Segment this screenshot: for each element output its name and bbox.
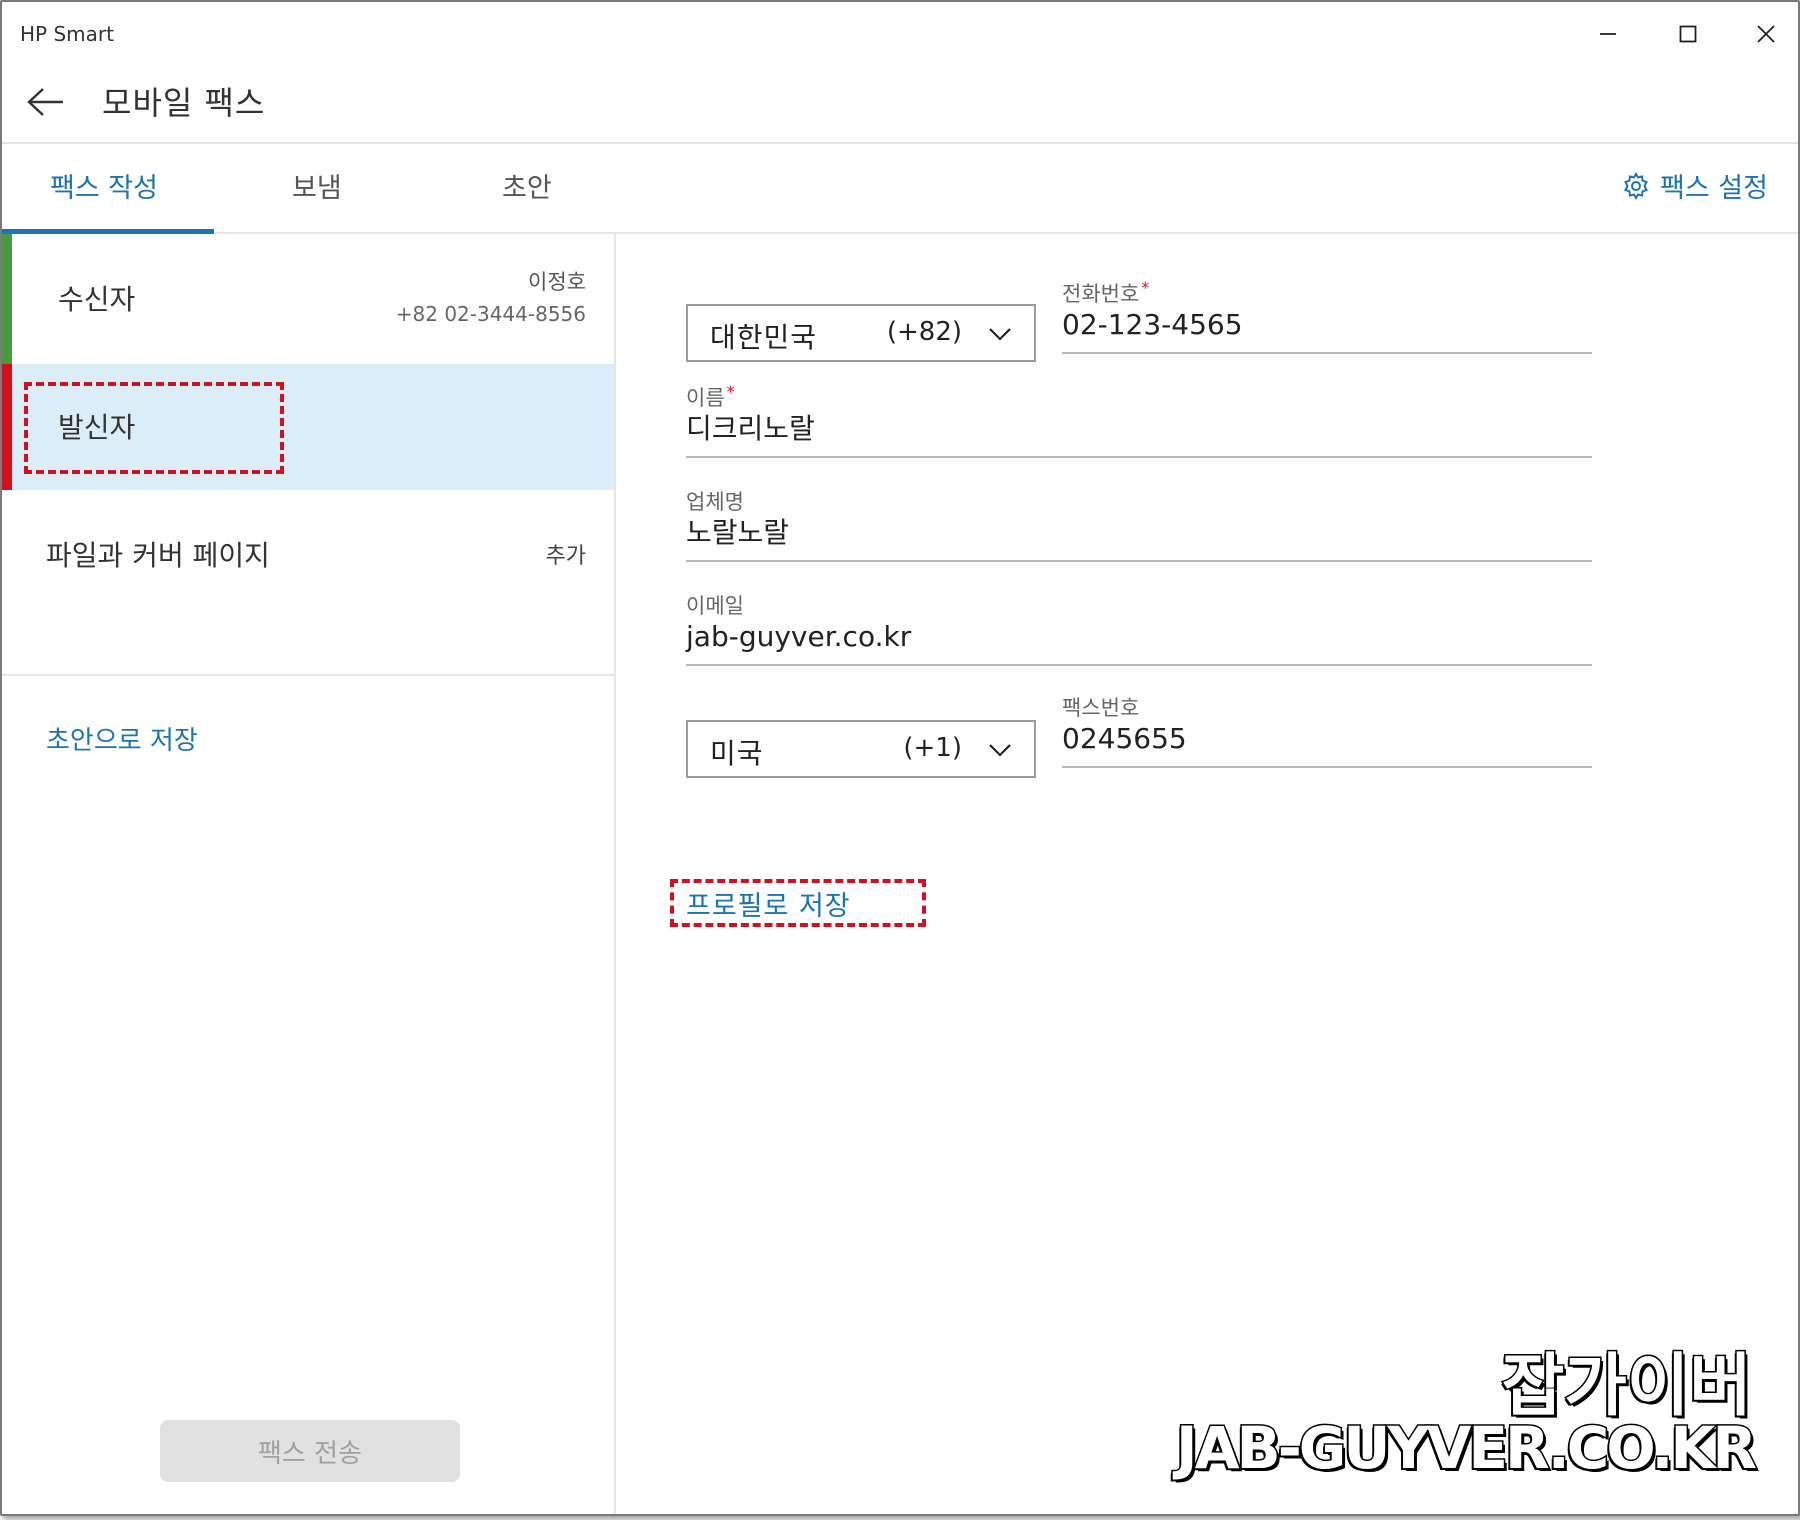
chevron-down-icon [989, 744, 1011, 757]
minimize-icon [1600, 33, 1616, 35]
page-title: 모바일 팩스 [102, 84, 266, 122]
back-arrow-icon [27, 88, 63, 116]
recipient-phone: +82 02-3444-8556 [395, 302, 586, 326]
fax-country-code: (+1) [903, 733, 962, 763]
name-input[interactable]: 디크리노랄 [686, 410, 1592, 458]
email-label: 이메일 [686, 594, 744, 618]
fax-label: 팩스번호 [1062, 696, 1140, 720]
app-window: HP Smart 모바일 팩스 팩스 작성 보냄 초안 팩스 설정 수신자 이정… [0, 0, 1800, 1516]
maximize-icon [1679, 25, 1697, 43]
fax-country-value: 미국 [710, 737, 764, 770]
phone-country-code: (+82) [886, 317, 962, 347]
save-draft-link[interactable]: 초안으로 저장 [46, 720, 198, 757]
maximize-button[interactable] [1668, 16, 1708, 52]
fax-settings-label: 팩스 설정 [1660, 173, 1768, 204]
recipient-status-marker [2, 234, 12, 364]
phone-country-select[interactable]: 대한민국 (+82) [686, 304, 1036, 362]
sender-form: 대한민국 (+82) 전화번호 * 02-123-4565 이름 * 디크리노랄 업… [614, 234, 1798, 1514]
files-cover-label: 파일과 커버 페이지 [46, 539, 270, 572]
files-add-link[interactable]: 추가 [546, 538, 586, 570]
company-label: 업체명 [686, 490, 744, 514]
send-fax-button[interactable]: 팩스 전송 [160, 1420, 460, 1482]
close-icon [1757, 25, 1775, 43]
fax-settings-button[interactable]: 팩스 설정 [1622, 166, 1768, 205]
tab-sent[interactable]: 보냄 [292, 166, 342, 205]
save-profile-link[interactable]: 프로필로 저장 [686, 884, 851, 923]
divider [2, 674, 614, 676]
left-pane: 수신자 이정호 +82 02-3444-8556 발신자 파일과 커버 페이지 … [2, 234, 616, 1514]
email-input[interactable]: jab-guyver.co.kr [686, 618, 1592, 666]
tab-drafts[interactable]: 초안 [502, 166, 552, 205]
phone-input[interactable]: 02-123-4565 [1062, 306, 1592, 354]
chevron-down-icon [989, 328, 1011, 341]
close-button[interactable] [1746, 16, 1786, 52]
gear-icon [1624, 171, 1648, 200]
sender-label: 발신자 [58, 411, 136, 444]
title-bar: HP Smart [2, 2, 1798, 62]
page-header: 모바일 팩스 [2, 62, 1798, 144]
tab-compose-fax[interactable]: 팩스 작성 [50, 166, 158, 205]
app-title: HP Smart [20, 22, 114, 46]
fax-country-select[interactable]: 미국 (+1) [686, 720, 1036, 778]
recipient-label: 수신자 [58, 283, 136, 316]
watermark-english: JAB-GUYVER.CO.KR [1175, 1413, 1759, 1484]
sender-row[interactable]: 발신자 [2, 364, 614, 490]
tab-bar: 팩스 작성 보냄 초안 팩스 설정 [2, 144, 1798, 234]
recipient-row[interactable]: 수신자 이정호 +82 02-3444-8556 [2, 234, 614, 364]
name-label: 이름 * [686, 382, 735, 410]
company-input[interactable]: 노랄노랄 [686, 514, 1592, 562]
phone-country-value: 대한민국 [710, 321, 818, 354]
back-button[interactable] [24, 80, 68, 124]
files-cover-row[interactable]: 파일과 커버 페이지 추가 [2, 490, 614, 620]
phone-label: 전화번호 * [1062, 278, 1150, 306]
sender-status-marker [2, 364, 12, 490]
recipient-name: 이정호 [528, 270, 586, 294]
fax-input[interactable]: 0245655 [1062, 720, 1592, 768]
minimize-button[interactable] [1588, 16, 1628, 52]
